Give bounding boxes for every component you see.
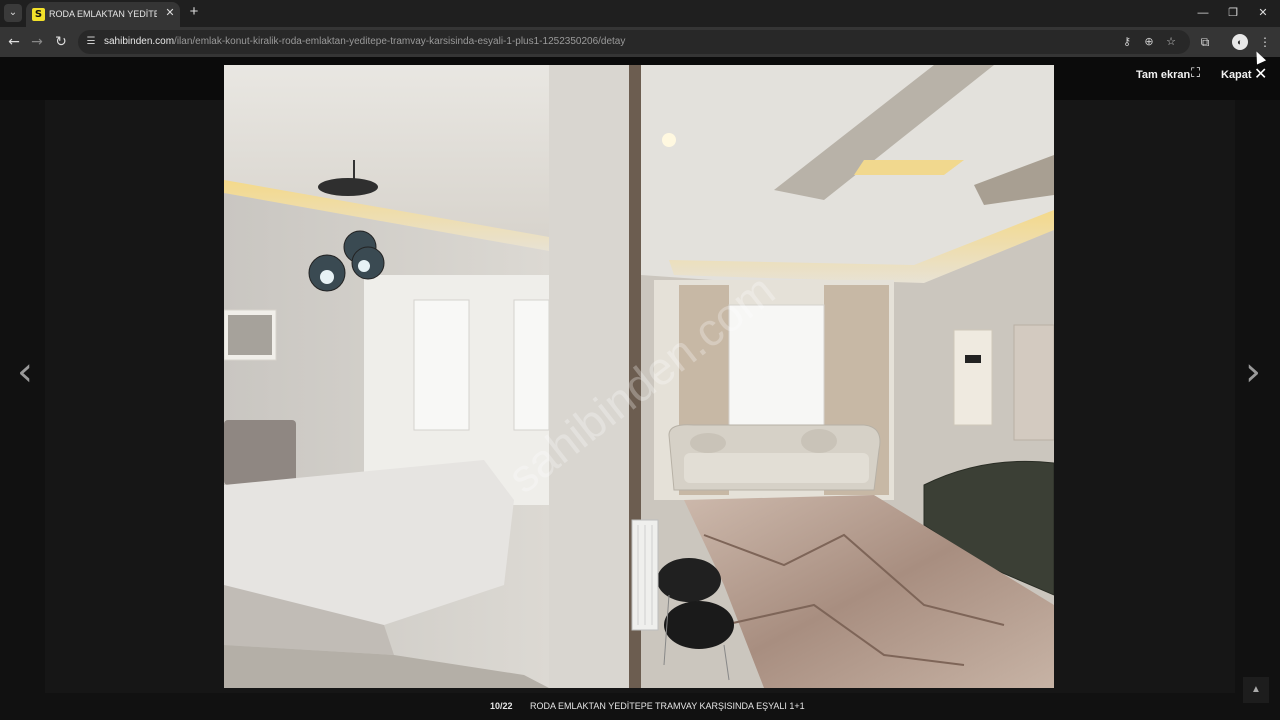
page-viewport: sahibinden.com Tam ekran ⛶ Kapat ✕ ‹ › 1… [0,57,1280,720]
scroll-to-top-button[interactable]: ▲ [1243,677,1269,703]
back-arrow-icon[interactable]: ← [5,33,23,51]
photo-caption-bar: 10/22 RODA EMLAKTAN YEDİTEPE TRAMVAY KAR… [0,693,1280,720]
close-window-icon[interactable]: ✕ [1254,4,1272,22]
forward-arrow-icon[interactable]: → [28,33,46,51]
listing-photo: sahibinden.com [224,65,1054,688]
close-icon[interactable]: ✕ [1254,64,1267,83]
tab-title: RODA EMLAKTAN YEDİTEPE TR [49,9,157,19]
key-icon[interactable]: ⚷ [1120,35,1134,49]
kebab-menu-icon[interactable]: ⋮ [1256,33,1274,51]
photo-caption: RODA EMLAKTAN YEDİTEPE TRAMVAY KARŞISIND… [530,701,805,711]
sahibinden-favicon-icon: S [32,8,45,21]
star-icon[interactable]: ☆ [1164,35,1178,49]
minimize-window-icon[interactable]: — [1194,4,1212,22]
next-photo-arrow-icon[interactable]: › [1238,347,1268,397]
zoom-icon[interactable]: ⊕ [1142,35,1156,49]
puzzle-icon[interactable]: ⧉ [1196,33,1214,51]
room-photo-illustration: sahibinden.com [224,65,1054,688]
browser-toolbar: ← → ↻ ☰ sahibinden.com/ilan/emlak-konut-… [0,27,1280,57]
url-path: /ilan/emlak-konut-kiralik-roda-emlaktan-… [174,36,626,47]
browser-tab-active[interactable]: S RODA EMLAKTAN YEDİTEPE TR ✕ [26,2,180,27]
close-button[interactable]: Kapat [1221,69,1252,81]
address-bar[interactable]: ☰ sahibinden.com/ilan/emlak-konut-kirali… [78,30,1190,54]
tab-search-button[interactable]: ⌄ [4,4,22,22]
close-label: Kapat [1221,69,1252,81]
fullscreen-icon[interactable]: ⛶ [1191,66,1200,81]
restore-window-icon[interactable]: ❐ [1224,4,1242,22]
reload-icon[interactable]: ↻ [52,33,70,51]
new-tab-button[interactable]: + [186,4,202,20]
fullscreen-button[interactable]: Tam ekran [1136,69,1190,81]
tune-icon[interactable]: ☰ [84,35,98,49]
fullscreen-label: Tam ekran [1136,69,1191,81]
tab-close-icon[interactable]: ✕ [163,6,177,20]
previous-photo-arrow-icon[interactable]: ‹ [10,347,40,397]
profile-avatar[interactable]: ◐ [1232,34,1248,50]
url-host: sahibinden.com [104,36,175,47]
browser-tab-strip: ⌄ S RODA EMLAKTAN YEDİTEPE TR ✕ + — ❐ ✕ [0,0,1280,27]
url-text[interactable]: sahibinden.com/ilan/emlak-konut-kiralik-… [104,36,625,47]
photo-counter: 10/22 [490,701,513,711]
